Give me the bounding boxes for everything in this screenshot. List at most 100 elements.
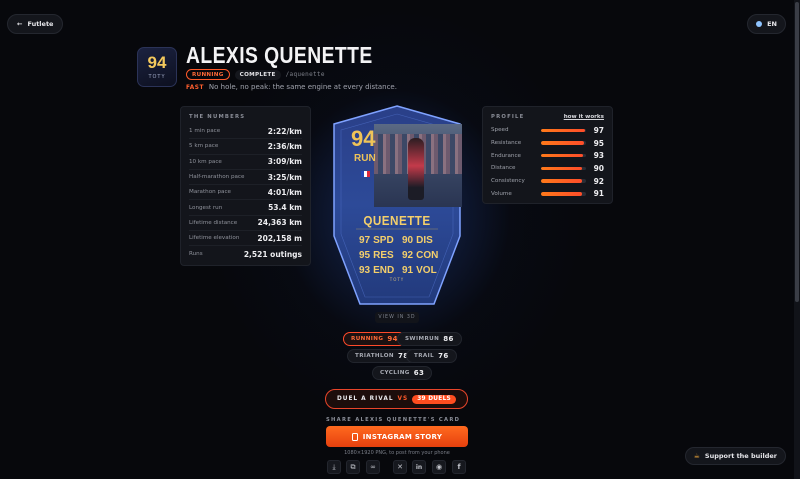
card-stat-abbr: SPD <box>373 235 394 246</box>
instagram-story-button[interactable]: INSTAGRAM STORY <box>326 426 468 447</box>
card-stats: 97 SPD 90 DIS 95 RES 92 CON 93 END 91 VOL <box>359 234 439 277</box>
numbers-heading: THE NUMBERS <box>189 114 246 120</box>
player-card[interactable]: 94 RUN QUENETTE 97 SPD 90 DIS 95 RES 92 CON 93 EN… <box>330 104 464 307</box>
profile-row-label: Distance <box>491 165 516 172</box>
numbers-row-label: 1 min pace <box>189 128 221 135</box>
badge-sub: TOTY <box>148 74 166 80</box>
numbers-row-label: Lifetime distance <box>189 219 238 226</box>
profile-row-label: Endurance <box>491 152 521 159</box>
profile-row-value: 97 <box>593 125 604 135</box>
numbers-row: Lifetime elevation 202,158 m <box>189 231 302 247</box>
whatsapp-icon[interactable]: ◉ <box>432 460 446 474</box>
numbers-row-label: 10 km pace <box>189 158 222 165</box>
profile-row: Resistance 95 <box>491 137 604 150</box>
language-label: EN <box>767 20 777 28</box>
profile-row-bar <box>541 192 586 196</box>
numbers-row: 1 min pace 2:22/km <box>189 124 302 140</box>
profile-row-bar <box>541 141 586 145</box>
sport-tab-cycling[interactable]: CYCLING 63 <box>372 366 433 380</box>
numbers-row-label: Runs <box>189 251 203 258</box>
rating-badge: 94 TOTY <box>137 47 177 87</box>
language-button[interactable]: EN <box>747 14 786 34</box>
profile-row-bar <box>541 153 586 158</box>
arrow-left-icon: ← <box>17 20 23 28</box>
numbers-row-label: Marathon pace <box>189 189 231 196</box>
numbers-row-value: 2:36/km <box>267 141 302 151</box>
card-stat-abbr: RES <box>373 250 394 261</box>
numbers-row-value: 53.4 km <box>268 203 302 213</box>
card-stat: 90 DIS <box>402 234 439 247</box>
sport-label: TRIATHLON <box>355 353 394 359</box>
player-handle: /aquenette <box>285 71 325 78</box>
sport-tab-trail[interactable]: TRAIL 76 <box>406 349 457 363</box>
card-stat: 97 SPD <box>359 234 396 247</box>
tag-complete: COMPLETE <box>234 69 281 80</box>
scrollbar-thumb[interactable] <box>795 2 799 302</box>
link-icon[interactable]: ∞ <box>366 460 380 474</box>
duel-label: DUEL A RIVAL <box>336 396 394 402</box>
numbers-row-label: Half-marathon pace <box>189 174 245 181</box>
profile-row-bar <box>541 166 586 171</box>
profile-row-value: 91 <box>593 189 604 199</box>
sport-label: SWIMRUN <box>405 336 440 342</box>
numbers-row-value: 2,521 outings <box>243 249 302 259</box>
numbers-row: 10 km pace 3:09/km <box>189 155 302 170</box>
numbers-row-value: 202,158 m <box>257 233 302 243</box>
numbers-row-value: 24,363 km <box>257 218 302 228</box>
numbers-panel: THE NUMBERS 1 min pace 2:22/km 5 km pace 2:… <box>180 106 311 266</box>
duel-count-badge: 39 DUELS <box>412 394 457 404</box>
instagram-story-label: INSTAGRAM STORY <box>362 432 443 441</box>
profile-row: Volume 91 <box>491 187 604 200</box>
linkedin-icon[interactable]: in <box>412 460 426 474</box>
card-position: RUN <box>354 153 376 164</box>
numbers-list: 1 min pace 2:22/km 5 km pace 2:36/km 10 km p… <box>189 124 302 262</box>
sport-score: 86 <box>443 335 454 343</box>
instagram-story-hint: 1080×1920 PNG, to post from your phone <box>344 450 450 456</box>
phone-icon <box>351 432 358 441</box>
card-stat-abbr: VOL <box>416 265 437 276</box>
how-it-works-link[interactable]: how it works <box>564 114 604 120</box>
tagline-label: FAST <box>186 85 204 91</box>
copy-icon[interactable]: ⧉ <box>346 460 360 474</box>
x-icon[interactable]: ✕ <box>393 460 407 474</box>
numbers-row: Runs 2,521 outings <box>189 246 302 261</box>
card-stat-value: 92 <box>402 250 414 261</box>
facebook-icon[interactable]: f <box>452 460 466 474</box>
card-stat: 93 END <box>359 264 396 277</box>
numbers-row-label: Lifetime elevation <box>189 235 240 242</box>
card-stat: 91 VOL <box>402 264 439 277</box>
support-label: Support the builder <box>704 452 777 460</box>
coffee-icon: ☕ <box>693 452 700 460</box>
card-stat: 95 RES <box>359 249 396 262</box>
card-stat-abbr: DIS <box>416 235 433 246</box>
back-button[interactable]: ← Futlete <box>7 14 64 34</box>
numbers-row: Marathon pace 4:01/km <box>189 185 302 201</box>
profile-row: Distance 90 <box>491 162 604 175</box>
support-button[interactable]: ☕ Support the builder <box>684 447 786 465</box>
sport-score: 63 <box>413 369 425 377</box>
sport-label: TRAIL <box>414 353 435 359</box>
card-stat-abbr: END <box>373 265 395 276</box>
numbers-row-value: 2:22/km <box>267 126 302 136</box>
sport-label: RUNNING <box>351 336 384 342</box>
profile-row: Speed 97 <box>491 124 604 137</box>
duel-vs: VS <box>397 396 409 402</box>
numbers-row-label: Longest run <box>189 204 223 211</box>
numbers-row: Lifetime distance 24,363 km <box>189 216 302 232</box>
profile-row-value: 90 <box>593 163 604 173</box>
page-title: ALEXIS QUENETTE <box>186 42 373 68</box>
duel-rival-button[interactable]: DUEL A RIVAL VS 39 DUELS <box>325 389 468 409</box>
card-stat-abbr: CON <box>416 250 439 261</box>
card-rating: 94 <box>351 126 376 151</box>
profile-row-label: Speed <box>491 127 509 134</box>
profile-row-value: 95 <box>593 138 604 148</box>
profile-row-bar <box>541 128 586 133</box>
profile-list: Speed 97 Resistance 95 Endurance 93 Distance 90… <box>491 124 604 200</box>
sport-tab-swimrun[interactable]: SWIMRUN 86 <box>397 332 462 346</box>
tagline-text: No hole, no peak: the same engine at eve… <box>208 83 397 91</box>
page-scrollbar[interactable] <box>794 0 800 479</box>
share-heading: SHARE ALEXIS QUENETTE'S CARD <box>326 417 461 423</box>
profile-row: Consistency 92 <box>491 175 604 188</box>
view-in-3d-button[interactable]: VIEW IN 3D <box>375 312 419 323</box>
download-icon[interactable]: ⤓ <box>327 460 341 474</box>
